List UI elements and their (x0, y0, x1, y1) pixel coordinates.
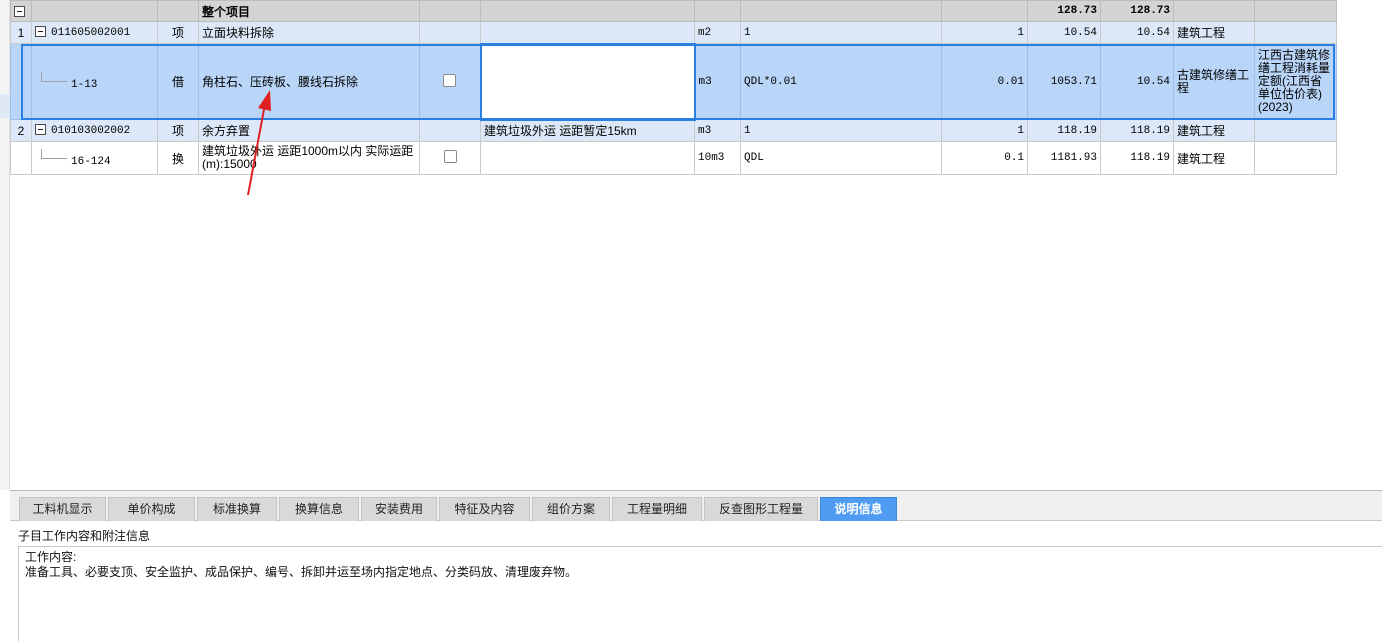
item-expr[interactable]: 1 (740, 119, 942, 142)
item-expr[interactable]: 1 (740, 21, 942, 44)
quota-total: 118.19 (1100, 141, 1174, 175)
row-index (10, 141, 32, 175)
grid-row-quota[interactable]: 16-124 换 建筑垃圾外运 运距1000m以内 实际运距(m):15000 … (10, 141, 1337, 175)
quota-type: 借 (157, 43, 199, 120)
tree-connector (41, 72, 67, 82)
tab-bar: 工料机显示 单价构成 标准换算 换算信息 安装费用 特征及内容 组价方案 工程量… (10, 491, 1382, 521)
row-header-strip (0, 0, 10, 490)
item-code: 011605002001 (51, 27, 131, 39)
row-index: 1 (10, 21, 32, 44)
item-code: 010103002002 (51, 125, 131, 137)
budget-grid: 整个项目 128.73 128.73 1 011605002001 项 立面块料… (10, 0, 1337, 175)
row-index: 2 (10, 119, 32, 142)
grid-row-item[interactable]: 2 010103002002 项 余方弃置 建筑垃圾外运 运距暂定15km m3… (10, 119, 1337, 142)
tab-quantity-detail[interactable]: 工程量明细 (612, 497, 702, 521)
item-total: 118.19 (1100, 119, 1174, 142)
item-price: 118.19 (1027, 119, 1101, 142)
panel-subtitle: 子目工作内容和附注信息 (18, 529, 151, 543)
item-feature[interactable] (480, 21, 695, 44)
quota-book: 江西古建筑修缮工程消耗量定额(江西省单位估价表)(2023) (1254, 43, 1337, 120)
tab-standard-conversion[interactable]: 标准换算 (197, 497, 277, 521)
quota-checkbox-cell[interactable] (419, 43, 481, 120)
item-qty: 1 (941, 21, 1028, 44)
item-type: 项 (157, 119, 199, 142)
quota-code-cell[interactable]: 1-13 (31, 43, 158, 120)
work-content-label: 工作内容: (25, 550, 77, 564)
item-total: 10.54 (1100, 21, 1174, 44)
quota-qty: 0.01 (941, 43, 1028, 120)
tab-unit-price[interactable]: 单价构成 (108, 497, 195, 521)
quota-checkbox[interactable] (443, 73, 457, 87)
item-type: 项 (157, 21, 199, 44)
item-feature[interactable]: 建筑垃圾外运 运距暂定15km (480, 119, 695, 142)
quota-feature-editor[interactable] (479, 42, 696, 121)
item-book (1254, 119, 1337, 142)
row-index (10, 43, 32, 120)
quota-code-cell[interactable]: 16-124 (31, 141, 158, 175)
project-total: 128.73 (1100, 0, 1174, 22)
quota-feature[interactable] (480, 141, 695, 175)
grid-row-project[interactable]: 整个项目 128.73 128.73 (10, 0, 1337, 22)
collapse-icon[interactable] (14, 6, 25, 17)
tab-graphic-quantity[interactable]: 反查图形工程量 (704, 497, 818, 521)
row-header-marker (0, 94, 10, 118)
grid-row-quota-selected[interactable]: 1-13 借 角柱石、压砖板、腰线石拆除 m3 QDL*0.01 0.01 10… (10, 42, 1337, 121)
quota-name[interactable]: 建筑垃圾外运 运距1000m以内 实际运距(m):15000 (198, 141, 420, 175)
quota-expr[interactable]: QDL*0.01 (740, 43, 942, 120)
item-name[interactable]: 立面块料拆除 (198, 21, 420, 44)
item-name[interactable]: 余方弃置 (198, 119, 420, 142)
quota-price: 1053.71 (1027, 43, 1101, 120)
quota-code: 16-124 (71, 155, 111, 168)
item-qty: 1 (941, 119, 1028, 142)
work-content-text: 准备工具、必要支顶、安全监护、成品保护、编号、拆卸并运至场内指定地点、分类码放、… (25, 565, 578, 579)
collapse-icon[interactable] (35, 26, 46, 37)
description-textbox[interactable]: 工作内容: 准备工具、必要支顶、安全监护、成品保护、编号、拆卸并运至场内指定地点… (18, 546, 1382, 641)
item-book (1254, 21, 1337, 44)
quota-expr[interactable]: QDL (740, 141, 942, 175)
quota-code: 1-13 (71, 79, 98, 91)
tab-conversion-info[interactable]: 换算信息 (279, 497, 359, 521)
project-total-price: 128.73 (1027, 0, 1101, 22)
quota-checkbox-cell[interactable] (419, 141, 481, 175)
quota-qty: 0.1 (941, 141, 1028, 175)
item-code-cell[interactable]: 010103002002 (31, 119, 158, 142)
item-major[interactable]: 建筑工程 (1173, 119, 1255, 142)
item-major[interactable]: 建筑工程 (1173, 21, 1255, 44)
bottom-panel: 工料机显示 单价构成 标准换算 换算信息 安装费用 特征及内容 组价方案 工程量… (10, 490, 1382, 641)
tree-connector (41, 148, 67, 159)
quota-major[interactable]: 古建筑修缮工程 (1173, 43, 1255, 120)
tab-description-info[interactable]: 说明信息 (820, 497, 897, 521)
quota-name[interactable]: 角柱石、压砖板、腰线石拆除 (198, 43, 420, 120)
collapse-icon[interactable] (35, 124, 46, 135)
grid-row-item[interactable]: 1 011605002001 项 立面块料拆除 m2 1 1 10.54 10.… (10, 21, 1337, 44)
item-price: 10.54 (1027, 21, 1101, 44)
item-unit[interactable]: m3 (694, 119, 741, 142)
quota-total: 10.54 (1100, 43, 1174, 120)
tab-pricing-scheme[interactable]: 组价方案 (532, 497, 610, 521)
tab-install-fee[interactable]: 安装费用 (361, 497, 437, 521)
quota-type: 换 (157, 141, 199, 175)
row-index (10, 0, 32, 22)
tab-features[interactable]: 特征及内容 (439, 497, 530, 521)
tab-labor-material[interactable]: 工料机显示 (19, 497, 106, 521)
item-code-cell[interactable]: 011605002001 (31, 21, 158, 44)
quota-checkbox[interactable] (443, 150, 457, 163)
item-unit[interactable]: m2 (694, 21, 741, 44)
project-name: 整个项目 (198, 0, 420, 22)
quota-book (1254, 141, 1337, 175)
quota-price: 1181.93 (1027, 141, 1101, 175)
quota-unit[interactable]: m3 (694, 43, 741, 120)
quota-unit[interactable]: 10m3 (694, 141, 741, 175)
quota-major[interactable]: 建筑工程 (1173, 141, 1255, 175)
